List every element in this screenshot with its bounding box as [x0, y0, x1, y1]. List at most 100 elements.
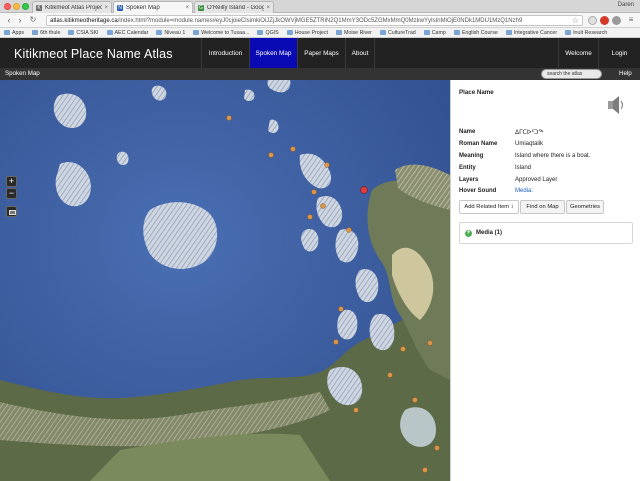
bookmark-label: House Project: [294, 29, 328, 36]
roman-name-value: Umiaqtalik: [515, 141, 544, 147]
find-on-map-button[interactable]: Find on Map: [520, 200, 565, 214]
tab-close-icon[interactable]: ×: [104, 5, 108, 11]
place-marker: [320, 203, 326, 209]
expand-plus-icon[interactable]: +: [465, 230, 472, 237]
tab-favicon-icon: G: [198, 4, 204, 11]
place-marker: [333, 339, 339, 345]
window-minimize-icon[interactable]: [13, 3, 20, 10]
layers-icon[interactable]: [6, 206, 17, 217]
bookmark-label: QGIS: [265, 29, 279, 36]
nav-about[interactable]: About: [345, 38, 375, 68]
place-marker: [346, 227, 352, 233]
bookmark-item[interactable]: AEC Calendar: [106, 30, 148, 36]
bookmark-item[interactable]: Inuit Research: [565, 30, 607, 36]
geometries-button[interactable]: Geometries: [566, 200, 604, 214]
place-info-panel: Place Name Name ᐃᒥᑕᐅᑦᑐᖅ Roman Name Umiaq…: [450, 80, 640, 481]
folder-icon: [156, 30, 163, 35]
folder-icon: [193, 30, 200, 35]
name-label: Name: [459, 129, 476, 135]
place-marker: [311, 189, 317, 195]
tab-favicon-icon: K: [36, 4, 42, 11]
add-related-item-select[interactable]: Add Related Item ↕: [459, 200, 519, 214]
address-bar[interactable]: atlas.kitikmeotheritage.ca/index.html?mo…: [46, 15, 583, 26]
selected-place-marker: [360, 186, 368, 194]
folder-icon: [106, 30, 113, 35]
place-marker: [427, 340, 433, 346]
tab-favicon-icon: N: [117, 4, 123, 11]
folder-icon: [68, 30, 75, 35]
folder-icon: [453, 30, 460, 35]
tab-title: Spoken Map: [126, 4, 160, 11]
name-value: ᐃᒥᑕᐅᑦᑐᖅ: [515, 130, 544, 136]
hover-sound-link[interactable]: Media:: [515, 188, 533, 194]
bookmark-item[interactable]: House Project: [286, 29, 328, 36]
media-section[interactable]: + Media (1): [459, 222, 633, 244]
place-marker: [324, 162, 330, 168]
speaker-icon[interactable]: [607, 94, 625, 116]
bookmark-item[interactable]: QGIS: [257, 29, 279, 36]
bookmark-label: Camp: [431, 29, 446, 36]
url-host: atlas.kitikmeotheritage.ca: [50, 18, 118, 24]
window-zoom-icon[interactable]: [22, 3, 29, 10]
place-marker: [400, 346, 406, 352]
tab-title: Kitikmeot Atlas Project: [45, 4, 103, 11]
welcome-label: Welcome: [558, 38, 598, 68]
extension-icon[interactable]: [612, 16, 621, 25]
roman-name-label: Roman Name: [459, 141, 498, 147]
bookmark-label: CultureTrad: [387, 29, 416, 36]
search-input[interactable]: search the atlas: [541, 69, 602, 79]
browser-tab-atlas-project[interactable]: K Kitikmeot Atlas Project ×: [32, 1, 112, 13]
folder-icon: [423, 30, 430, 35]
bookmark-item[interactable]: Niveau 1: [156, 30, 185, 36]
tab-close-icon[interactable]: ×: [266, 5, 270, 11]
login-link[interactable]: Login: [598, 38, 640, 68]
folder-icon: [335, 30, 342, 35]
meaning-label: Meaning: [459, 153, 484, 159]
satellite-map[interactable]: + −: [0, 80, 450, 481]
nav-introduction[interactable]: Introduction: [201, 38, 249, 68]
tab-title: O'Reilly Island - Google M: [207, 4, 264, 11]
folder-icon: [286, 30, 293, 35]
layers-label: Layers: [459, 177, 479, 183]
hover-sound-label: Hover Sound: [459, 188, 497, 194]
reload-icon[interactable]: ↻: [28, 15, 38, 25]
site-title[interactable]: Kitikmeot Place Name Atlas: [14, 47, 173, 61]
bookmark-item[interactable]: Apps: [4, 30, 24, 36]
nav-spoken-map[interactable]: Spoken Map: [249, 38, 297, 68]
place-marker: [268, 152, 274, 158]
place-marker: [412, 397, 418, 403]
zoom-out-button[interactable]: −: [6, 188, 17, 199]
bookmarks-bar: Apps 6th thule CSIA SKI AEC Calendar Niveau …: [0, 28, 640, 38]
bookmark-item[interactable]: CultureTrad: [379, 29, 416, 36]
browser-profile-name[interactable]: Daren: [618, 2, 634, 8]
extension-icon[interactable]: [588, 16, 597, 25]
bookmark-item[interactable]: Welcome to Tusaa...: [193, 30, 249, 36]
bookmark-item[interactable]: CSIA SKI: [68, 30, 99, 36]
bookmark-item[interactable]: Camp: [423, 29, 446, 36]
window-close-icon[interactable]: [4, 3, 11, 10]
bookmark-label: Inuit Research: [573, 29, 608, 36]
media-label: Media (1): [476, 230, 503, 236]
bookmark-label: Apps: [12, 29, 25, 36]
apps-grid-icon: [4, 30, 10, 35]
bookmark-item[interactable]: English Course: [453, 30, 498, 36]
place-marker: [307, 214, 313, 220]
pinterest-extension-icon[interactable]: [600, 16, 609, 25]
place-marker: [338, 306, 344, 312]
forward-arrow-icon[interactable]: ›: [15, 15, 25, 25]
bookmark-item[interactable]: 6th thule: [32, 30, 60, 36]
place-marker: [290, 146, 296, 152]
browser-tab-google-maps[interactable]: G O'Reilly Island - Google M ×: [194, 1, 274, 13]
zoom-in-button[interactable]: +: [6, 176, 17, 187]
nav-paper-maps[interactable]: Paper Maps: [297, 38, 345, 68]
back-arrow-icon[interactable]: ‹: [4, 15, 14, 25]
bookmark-star-icon[interactable]: ☆: [572, 16, 579, 25]
browser-tab-spoken-map[interactable]: N Spoken Map ×: [113, 1, 193, 13]
bookmark-label: Moise River: [343, 29, 372, 36]
folder-icon: [32, 30, 39, 35]
help-link[interactable]: Help: [619, 70, 632, 77]
bookmark-item[interactable]: Moise River: [335, 29, 372, 36]
browser-menu-icon[interactable]: ≡: [626, 15, 636, 25]
tab-close-icon[interactable]: ×: [185, 5, 189, 11]
bookmark-item[interactable]: Integrative Cancer: [505, 30, 557, 36]
